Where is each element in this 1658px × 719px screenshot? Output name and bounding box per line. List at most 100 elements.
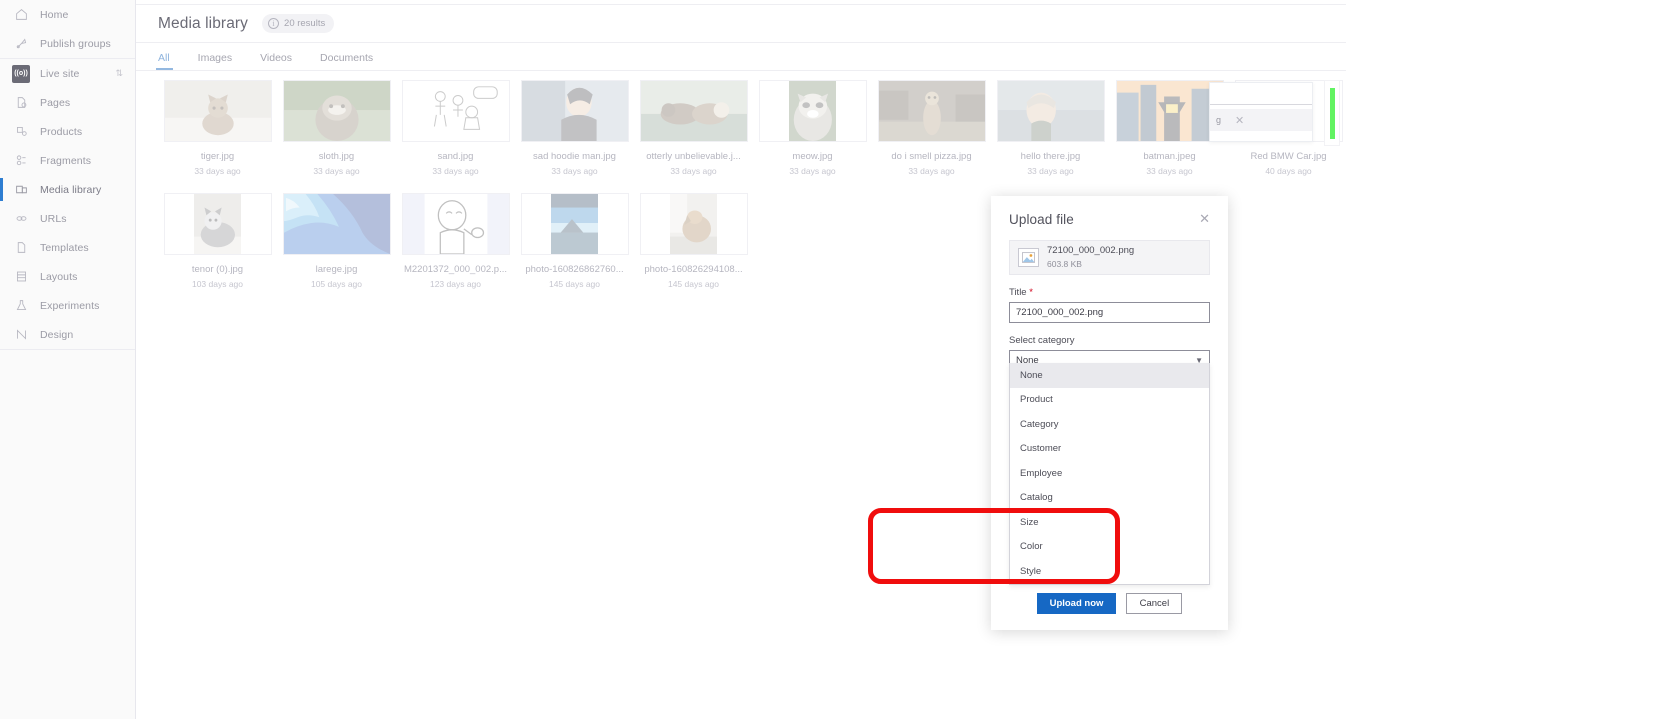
media-thumbnail[interactable]	[163, 80, 272, 142]
chevron-updown-icon[interactable]: ⇅	[115, 69, 123, 78]
sidebar-item-label: Design	[40, 328, 74, 341]
media-filename: batman.jpeg	[1143, 151, 1196, 162]
media-thumbnail[interactable]	[758, 80, 867, 142]
media-thumbnail[interactable]	[520, 80, 629, 142]
close-icon[interactable]: ✕	[1199, 212, 1210, 225]
media-thumbnail[interactable]	[282, 80, 391, 142]
upload-panel-item[interactable]: g ✕	[1210, 109, 1312, 131]
home-icon	[12, 6, 30, 24]
thumbnail-image-husky	[193, 194, 242, 254]
media-filename: tiger.jpg	[200, 151, 235, 162]
media-date: 145 days ago	[667, 279, 720, 289]
sidebar-item-products[interactable]: Products	[0, 117, 135, 146]
sidebar-item-label: Publish groups	[40, 37, 111, 50]
fragments-icon	[12, 152, 30, 170]
dialog-body: 72100_000_002.png 603.8 KB Title * Selec…	[991, 227, 1228, 371]
info-icon: i	[268, 18, 280, 29]
media-filename: sad hoodie man.jpg	[533, 151, 616, 162]
close-icon[interactable]: ✕	[1235, 114, 1244, 127]
media-card[interactable]: photo-160826862760... 145 days ago	[515, 193, 634, 289]
tab-documents[interactable]: Documents	[320, 52, 373, 70]
sidebar-item-label: URLs	[40, 212, 67, 225]
sidebar-item-label: Home	[40, 8, 69, 21]
media-card[interactable]: hello there.jpg 33 days ago	[991, 80, 1110, 176]
dropdown-option-customer[interactable]: Customer	[1010, 437, 1209, 462]
experiments-icon	[12, 297, 30, 315]
sidebar-item-templates[interactable]: Templates	[0, 233, 135, 262]
tab-all[interactable]: All	[156, 52, 173, 70]
dropdown-option-category[interactable]: Category	[1010, 412, 1209, 437]
media-card[interactable]: tiger.jpg 33 days ago	[158, 80, 277, 176]
title-input[interactable]	[1009, 302, 1210, 323]
selected-file-chip: 72100_000_002.png 603.8 KB	[1009, 240, 1210, 275]
sidebar-item-home[interactable]: Home	[0, 0, 135, 29]
thumbnail-image-mountain	[550, 194, 599, 254]
media-thumbnail[interactable]	[639, 80, 748, 142]
cancel-button[interactable]: Cancel	[1126, 592, 1183, 614]
design-icon	[12, 326, 30, 344]
media-thumbnail[interactable]	[877, 80, 986, 142]
category-dropdown-list[interactable]: None Product Category Customer Employee …	[1009, 363, 1210, 585]
thumbnail-image-batman	[1116, 81, 1223, 141]
dropdown-option-style[interactable]: Style	[1010, 559, 1209, 584]
media-thumbnail[interactable]	[401, 193, 510, 255]
sidebar-item-pages[interactable]: Pages	[0, 88, 135, 117]
media-filename: larege.jpg	[315, 264, 358, 275]
media-thumbnail[interactable]	[163, 193, 272, 255]
main-content: Media library i 20 results All Images Vi…	[136, 0, 1658, 719]
sidebar-item-experiments[interactable]: Experiments	[0, 291, 135, 320]
media-thumbnail[interactable]	[401, 80, 510, 142]
media-date: 33 days ago	[551, 166, 598, 176]
dialog-header: Upload file ✕	[991, 196, 1228, 227]
dropdown-option-employee[interactable]: Employee	[1010, 461, 1209, 486]
media-card[interactable]: tenor (0).jpg 103 days ago	[158, 193, 277, 289]
media-thumbnail[interactable]	[639, 193, 748, 255]
media-card[interactable]: M2201372_000_002.p... 123 days ago	[396, 193, 515, 289]
sidebar-group-primary: Home Publish groups	[0, 0, 135, 59]
thumbnail-image-sketch	[402, 81, 509, 141]
sidebar-item-live-site[interactable]: ((o)) Live site ⇅	[0, 59, 135, 88]
page-header: Media library i 20 results	[136, 5, 1346, 43]
sidebar-item-design[interactable]: Design	[0, 320, 135, 349]
results-count-label: 20 results	[284, 18, 326, 29]
sidebar-item-layouts[interactable]: Layouts	[0, 262, 135, 291]
sidebar-item-fragments[interactable]: Fragments	[0, 146, 135, 175]
media-card[interactable]: sad hoodie man.jpg 33 days ago	[515, 80, 634, 176]
media-card[interactable]: sloth.jpg 33 days ago	[277, 80, 396, 176]
sidebar-item-publish-groups[interactable]: Publish groups	[0, 29, 135, 58]
media-card[interactable]: larege.jpg 105 days ago	[277, 193, 396, 289]
media-thumbnail[interactable]	[996, 80, 1105, 142]
sidebar-item-label: Media library	[40, 183, 102, 196]
media-filename: tenor (0).jpg	[191, 264, 244, 275]
media-card[interactable]: photo-160826294108... 145 days ago	[634, 193, 753, 289]
media-card[interactable]: do i smell pizza.jpg 33 days ago	[872, 80, 991, 176]
media-card[interactable]: sand.jpg 33 days ago	[396, 80, 515, 176]
dropdown-option-product[interactable]: Product	[1010, 388, 1209, 413]
urls-icon	[12, 210, 30, 228]
selected-file-size: 603.8 KB	[1047, 259, 1082, 269]
media-card[interactable]: meow.jpg 33 days ago	[753, 80, 872, 176]
dropdown-option-none[interactable]: None	[1010, 363, 1209, 388]
thumbnail-image-meerkat	[878, 81, 985, 141]
upload-progress-panel[interactable]: g ✕	[1209, 82, 1313, 142]
dropdown-option-size[interactable]: Size	[1010, 510, 1209, 535]
media-date: 123 days ago	[429, 279, 482, 289]
media-date: 33 days ago	[789, 166, 836, 176]
media-thumbnail[interactable]	[520, 193, 629, 255]
media-thumbnail[interactable]	[1115, 80, 1224, 142]
upload-now-button[interactable]: Upload now	[1036, 592, 1117, 614]
media-date: 33 days ago	[313, 166, 360, 176]
media-filename: M2201372_000_002.p...	[403, 264, 507, 275]
tab-images[interactable]: Images	[198, 52, 232, 70]
dropdown-option-color[interactable]: Color	[1010, 535, 1209, 560]
media-filename: sloth.jpg	[318, 151, 355, 162]
media-card[interactable]: otterly unbelievable.j... 33 days ago	[634, 80, 753, 176]
sidebar-item-label: Templates	[40, 241, 89, 254]
media-thumbnail[interactable]	[282, 193, 391, 255]
tab-videos[interactable]: Videos	[260, 52, 292, 70]
sidebar-item-urls[interactable]: URLs	[0, 204, 135, 233]
sidebar-item-media-library[interactable]: Media library	[0, 175, 135, 204]
media-date: 33 days ago	[670, 166, 717, 176]
templates-icon	[12, 239, 30, 257]
dropdown-option-catalog[interactable]: Catalog	[1010, 486, 1209, 511]
